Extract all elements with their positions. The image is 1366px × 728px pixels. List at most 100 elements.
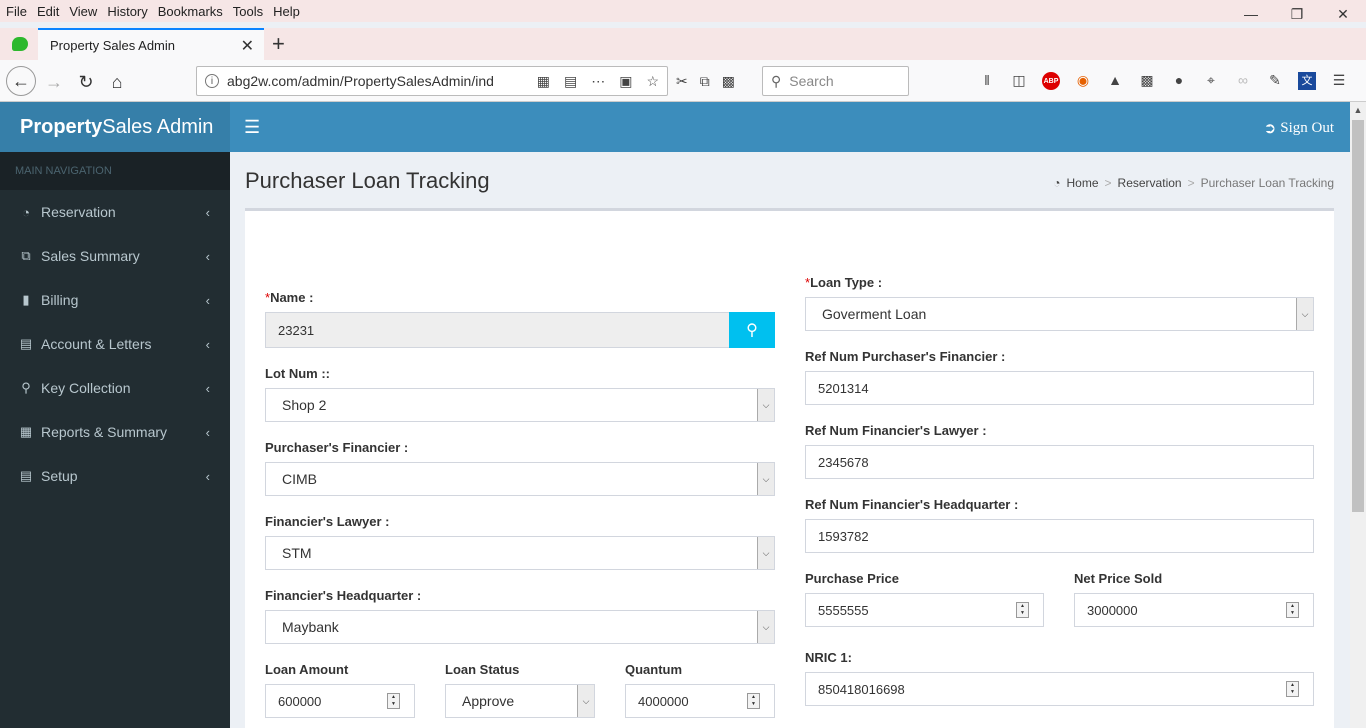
ghost-icon[interactable]: ▲: [1106, 72, 1124, 90]
breadcrumb-current: Purchaser Loan Tracking: [1200, 176, 1334, 190]
sidebar-item-setup[interactable]: ▤ Setup ‹: [0, 454, 230, 498]
minimize-icon[interactable]: —: [1228, 0, 1274, 28]
chevron-left-icon: ‹: [205, 292, 210, 308]
menu-edit[interactable]: Edit: [32, 4, 64, 19]
url-bar[interactable]: i abg2w.com/admin/PropertySalesAdmin/ind…: [196, 66, 668, 96]
paste-icon[interactable]: ▩: [722, 73, 735, 90]
url-text: abg2w.com/admin/PropertySalesAdmin/ind: [227, 73, 494, 89]
purchaser-financier-label: Purchaser's Financier :: [265, 440, 409, 455]
sign-out-label: Sign Out: [1280, 120, 1334, 136]
bookmark-star-icon[interactable]: ☆: [646, 73, 659, 90]
breadcrumb-home[interactable]: Home: [1067, 176, 1099, 190]
loan-amount-input[interactable]: 600000 ▲ ▼: [265, 684, 415, 718]
browser-tabbar: Property Sales Admin ✕ +: [0, 28, 1366, 60]
sidebar-toggle-icon[interactable]: ☰: [244, 117, 260, 138]
sidebar-item-account-letters[interactable]: ▤ Account & Letters ‹: [0, 322, 230, 366]
financier-lawyer-select[interactable]: STM ⌵: [265, 536, 775, 570]
tab-property-sales-admin[interactable]: Property Sales Admin ✕: [38, 28, 264, 60]
new-tab-icon[interactable]: +: [272, 31, 285, 57]
purchaser-financier-select[interactable]: CIMB ⌵: [265, 462, 775, 496]
cut-icon[interactable]: ✂: [676, 73, 688, 90]
extension-icon[interactable]: ◉: [1074, 72, 1092, 90]
scroll-thumb[interactable]: [1352, 120, 1364, 512]
scroll-up-icon[interactable]: ▲: [1350, 102, 1366, 119]
name-field[interactable]: 23231: [265, 312, 730, 348]
back-icon[interactable]: ←: [6, 66, 36, 96]
home-icon[interactable]: ⌂: [103, 68, 131, 96]
edit-icon[interactable]: ✎: [1266, 72, 1284, 90]
app-logo[interactable]: Property Sales Admin: [0, 102, 230, 152]
sign-out-button[interactable]: ➲ Sign Out: [1264, 119, 1334, 138]
reload-icon[interactable]: ↻: [72, 68, 100, 96]
sidebar-item-label: Reports & Summary: [41, 424, 168, 440]
financier-hq-select[interactable]: Maybank ⌵: [265, 610, 775, 644]
logo-bold: Property: [20, 115, 103, 138]
menu-view[interactable]: View: [64, 4, 102, 19]
restore-icon[interactable]: ❐: [1274, 0, 1320, 28]
tab-close-icon[interactable]: ✕: [241, 36, 254, 56]
sidebar-icon[interactable]: ◫: [1010, 72, 1028, 90]
dashboard-icon: ◔: [22, 204, 30, 220]
chevron-down-icon: ⌵: [757, 463, 774, 495]
loan-type-label: *Loan Type :: [805, 275, 883, 290]
quantum-input[interactable]: 4000000 ▲ ▼: [625, 684, 775, 718]
chevron-left-icon: ‹: [205, 204, 210, 220]
pocket-icon[interactable]: ▣: [619, 73, 632, 90]
sidebar-item-reports-summary[interactable]: ▦ Reports & Summary ‹: [0, 410, 230, 454]
sidebar-item-reservation[interactable]: ◔ Reservation ‹: [0, 190, 230, 234]
menu-tools[interactable]: Tools: [228, 4, 268, 19]
number-spinner-icon[interactable]: ▲ ▼: [1286, 602, 1299, 618]
qr-icon[interactable]: ▦: [537, 73, 550, 90]
copy-icon[interactable]: ⧉: [700, 73, 710, 90]
forward-icon[interactable]: →: [40, 68, 68, 96]
crop-icon[interactable]: ⌖: [1202, 72, 1220, 90]
loan-status-label: Loan Status: [445, 662, 520, 677]
file-icon: ▮: [22, 292, 30, 307]
ref-financier-lawyer-input[interactable]: 2345678: [805, 445, 1314, 479]
number-spinner-icon[interactable]: ▲ ▼: [1016, 602, 1029, 618]
adblock-icon[interactable]: ABP: [1042, 72, 1060, 90]
close-window-icon[interactable]: ✕: [1320, 0, 1366, 28]
sidebar-item-label: Reservation: [41, 204, 116, 220]
menu-help[interactable]: Help: [268, 4, 305, 19]
browser-search-input[interactable]: ⚲ Search: [762, 66, 909, 96]
number-spinner-icon[interactable]: ▲ ▼: [387, 693, 400, 709]
chevron-down-icon: ⌵: [757, 389, 774, 421]
chat-icon[interactable]: ●: [1170, 72, 1188, 90]
page-scrollbar[interactable]: ▲: [1350, 102, 1366, 728]
menu-bookmarks[interactable]: Bookmarks: [153, 4, 228, 19]
chevron-left-icon: ‹: [205, 380, 210, 396]
net-price-sold-input[interactable]: 3000000 ▲ ▼: [1074, 593, 1314, 627]
chevron-down-icon: ⌵: [757, 611, 774, 643]
loan-type-select[interactable]: Goverment Loan ⌵: [805, 297, 1314, 331]
copy-icon: ⧉: [21, 248, 31, 263]
purchase-price-input[interactable]: 5555555 ▲ ▼: [805, 593, 1044, 627]
reader-icon[interactable]: ▤: [564, 73, 577, 90]
translate-icon[interactable]: 文: [1298, 72, 1316, 90]
sidebar-item-key-collection[interactable]: ⚲ Key Collection ‹: [0, 366, 230, 410]
nric1-input[interactable]: 850418016698 ▲ ▼: [805, 672, 1314, 706]
browser-menu-icon[interactable]: ☰: [1330, 72, 1348, 90]
breadcrumb-separator: >: [1104, 176, 1112, 190]
more-icon[interactable]: ⋯: [591, 73, 605, 90]
sidebar-item-sales-summary[interactable]: ⧉ Sales Summary ‹: [0, 234, 230, 278]
ref-financier-hq-input[interactable]: 1593782: [805, 519, 1314, 553]
app-header: ☰ ➲ Sign Out: [230, 102, 1350, 152]
sidebar-item-billing[interactable]: ▮ Billing ‹: [0, 278, 230, 322]
menu-history[interactable]: History: [102, 4, 152, 19]
loan-status-select[interactable]: Approve ⌵: [445, 684, 595, 718]
screenshot-icon[interactable]: ▩: [1138, 72, 1156, 90]
lot-num-label: Lot Num ::: [265, 366, 330, 381]
financier-hq-label: Financier's Headquarter :: [265, 588, 422, 603]
ref-purchaser-financier-input[interactable]: 5201314: [805, 371, 1314, 405]
breadcrumb-reservation[interactable]: Reservation: [1118, 176, 1182, 190]
chevron-left-icon: ‹: [205, 468, 210, 484]
library-icon[interactable]: ‖: [978, 72, 996, 90]
name-search-button[interactable]: ⚲: [729, 312, 775, 348]
number-spinner-icon[interactable]: ▲ ▼: [1286, 681, 1299, 697]
lot-num-select[interactable]: Shop 2 ⌵: [265, 388, 775, 422]
number-spinner-icon[interactable]: ▲ ▼: [747, 693, 760, 709]
link-icon[interactable]: ∞: [1234, 72, 1252, 90]
info-icon[interactable]: i: [205, 74, 219, 88]
menu-file[interactable]: File: [0, 4, 32, 19]
